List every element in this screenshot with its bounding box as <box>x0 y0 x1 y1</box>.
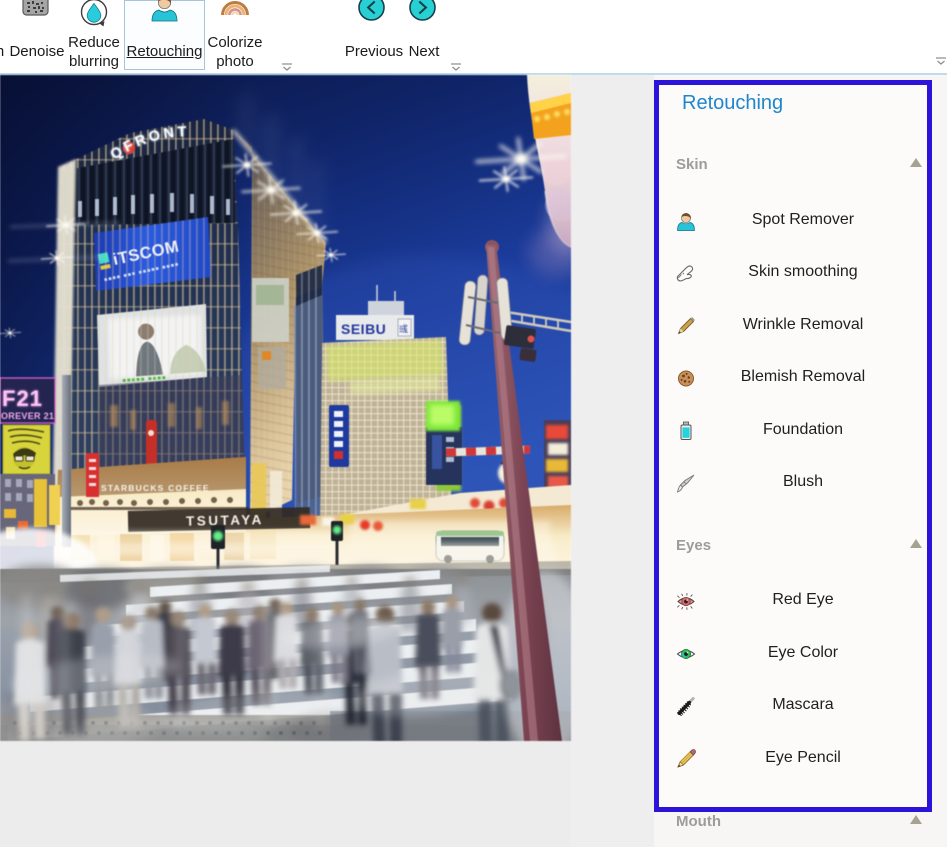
svg-text:SEIBU: SEIBU <box>341 321 386 337</box>
svg-text:彧: 彧 <box>399 323 408 334</box>
svg-text:STARBUCKS COFFEE: STARBUCKS COFFEE <box>101 483 210 493</box>
svg-text:TSUTAYA: TSUTAYA <box>186 512 264 529</box>
svg-text:OREVER 21: OREVER 21 <box>1 411 54 421</box>
svg-text:F21: F21 <box>2 386 43 411</box>
